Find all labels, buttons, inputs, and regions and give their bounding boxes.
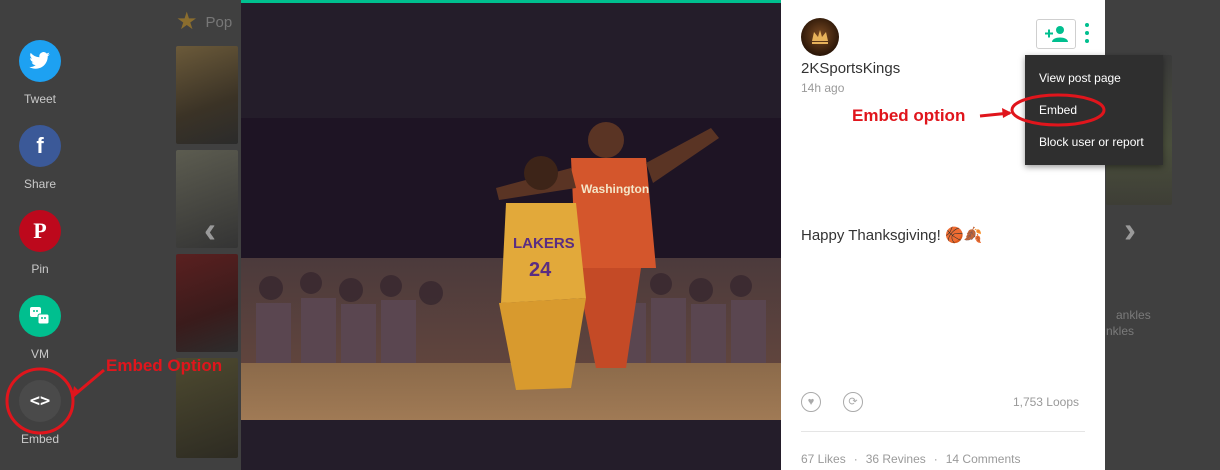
annotation-label-sidebar: Embed Option bbox=[106, 356, 223, 375]
annotation-circle-embed bbox=[5, 367, 75, 435]
annotation-circle-menu-embed bbox=[1010, 93, 1106, 127]
annotation-label-menu: Embed option bbox=[852, 106, 966, 125]
annotation-overlay bbox=[5, 93, 1106, 435]
